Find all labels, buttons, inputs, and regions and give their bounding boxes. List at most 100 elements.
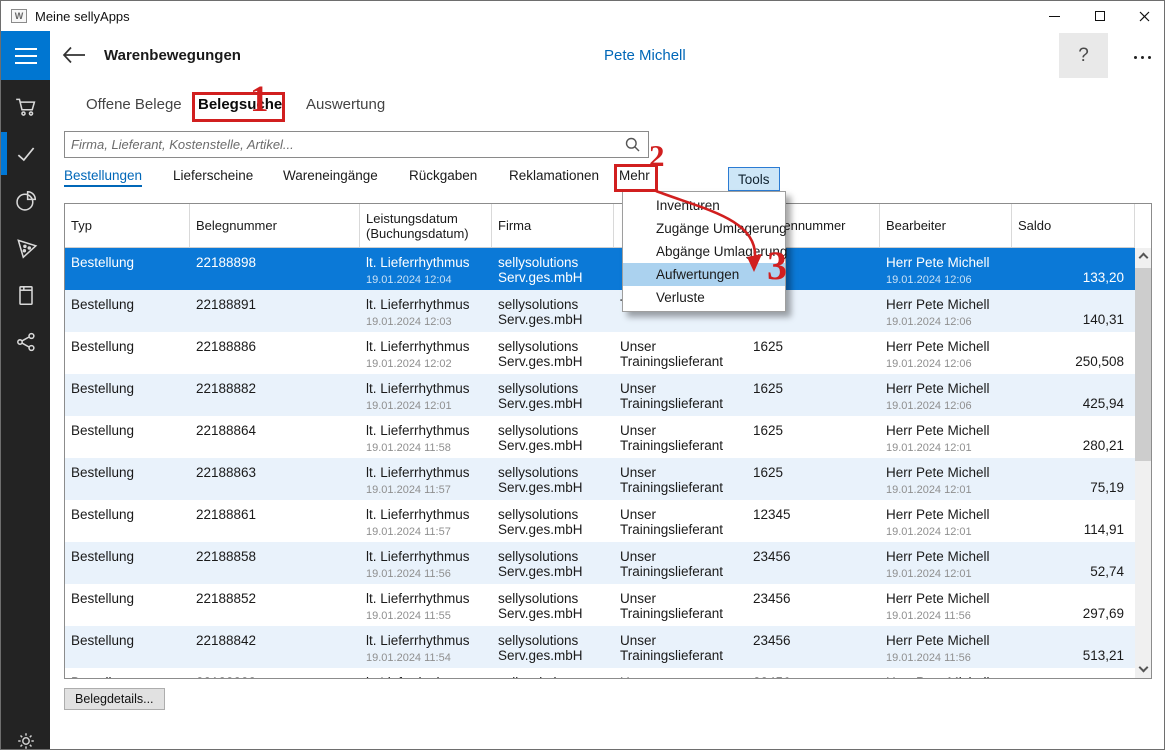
cell-firma-line2: Serv.ges.mbH bbox=[498, 396, 610, 411]
table-row[interactable]: Bestellung22188864lt. Lieferrhythmus19.0… bbox=[65, 416, 1135, 458]
filter-rückgaben[interactable]: Rückgaben bbox=[409, 168, 477, 183]
table-row[interactable]: Bestellung22188861lt. Lieferrhythmus19.0… bbox=[65, 500, 1135, 542]
filter-lieferscheine[interactable]: Lieferscheine bbox=[173, 168, 253, 183]
cell-saldo: 114,91 bbox=[1018, 522, 1131, 537]
tab-auswertung[interactable]: Auswertung bbox=[306, 96, 385, 113]
table-cell: Herr Pete Michell19.01.2024 12:01 bbox=[880, 416, 1012, 458]
menu-item-zugänge-umlagerung[interactable]: Zugänge Umlagerung bbox=[623, 217, 785, 240]
column-header-bearbeiter[interactable]: Bearbeiter bbox=[880, 204, 1012, 247]
back-button[interactable] bbox=[61, 44, 89, 68]
table-cell: 23456 bbox=[747, 542, 880, 584]
menu-item-abgänge-umlagerung[interactable]: Abgänge Umlagerung bbox=[623, 240, 785, 263]
tools-button[interactable]: Tools bbox=[728, 167, 780, 191]
cell-firma-line1: sellysolutions bbox=[498, 297, 610, 312]
cell-saldo: 140,31 bbox=[1018, 312, 1131, 327]
filter-wareneingänge[interactable]: Wareneingänge bbox=[283, 168, 378, 183]
table-row[interactable]: Bestellung22188838lt. Lieferrhythmussell… bbox=[65, 668, 1135, 678]
table-cell: UnserTrainingslieferant bbox=[614, 416, 747, 458]
column-header-leistungsdatum[interactable]: Leistungsdatum (Buchungsdatum) bbox=[360, 204, 492, 247]
cell-saldo: 513,21 bbox=[1018, 648, 1131, 663]
close-button[interactable] bbox=[1123, 1, 1165, 31]
column-header-typ[interactable]: Typ bbox=[65, 204, 190, 247]
column-header-belegnummer[interactable]: Belegnummer bbox=[190, 204, 360, 247]
cell-buchungsdatum: 19.01.2024 12:04 bbox=[366, 274, 488, 286]
vertical-scrollbar[interactable] bbox=[1135, 248, 1151, 678]
cell-lieferant-line1: Unser bbox=[620, 549, 743, 564]
table-cell: 22188863 bbox=[190, 458, 360, 500]
table-cell: sellysolutions bbox=[492, 668, 614, 678]
table-cell: UnserTrainingslieferant bbox=[614, 332, 747, 374]
filter-reklamationen[interactable]: Reklamationen bbox=[509, 168, 599, 183]
scrollbar-thumb[interactable] bbox=[1135, 268, 1151, 461]
cell-buchungsdatum: 19.01.2024 11:56 bbox=[366, 568, 488, 580]
search-input[interactable] bbox=[65, 133, 625, 156]
table-row[interactable]: Bestellung22188891lt. Lieferrhythmus19.0… bbox=[65, 290, 1135, 332]
cell-typ: Bestellung bbox=[71, 255, 186, 270]
column-header-saldo[interactable]: Saldo bbox=[1012, 204, 1135, 247]
table-row[interactable]: Bestellung22188898lt. Lieferrhythmus19.0… bbox=[65, 248, 1135, 290]
cell-belegnummer: 22188838 bbox=[196, 675, 356, 678]
table-cell: lt. Lieferrhythmus19.01.2024 12:01 bbox=[360, 374, 492, 416]
cell-bearbeiter-datum: 19.01.2024 12:06 bbox=[886, 358, 1008, 370]
cell-lieferant-line1: Unser bbox=[620, 339, 743, 354]
scroll-up-arrow-icon[interactable] bbox=[1135, 248, 1151, 264]
cell-bearbeiter: Herr Pete Michell bbox=[886, 591, 1008, 606]
menu-item-inventuren[interactable]: Inventuren bbox=[623, 194, 785, 217]
table-cell: Bestellung bbox=[65, 584, 190, 626]
cell-typ: Bestellung bbox=[71, 339, 186, 354]
table-cell: UnserTrainingslieferant bbox=[614, 584, 747, 626]
cell-typ: Bestellung bbox=[71, 465, 186, 480]
annotation-step-2: 2 bbox=[649, 138, 665, 174]
sidebar-item-settings[interactable] bbox=[1, 717, 50, 750]
table-cell: 297,69 bbox=[1012, 584, 1135, 626]
hamburger-icon bbox=[15, 48, 37, 50]
table-cell: 22188882 bbox=[190, 374, 360, 416]
table-row[interactable]: Bestellung22188852lt. Lieferrhythmus19.0… bbox=[65, 584, 1135, 626]
column-header-label: Belegnummer bbox=[196, 218, 277, 233]
table-row[interactable]: Bestellung22188882lt. Lieferrhythmus19.0… bbox=[65, 374, 1135, 416]
cell-kundennummer: 1625 bbox=[753, 423, 876, 438]
document-type-filters: Bestellungen Lieferscheine Wareneingänge Rü… bbox=[1, 166, 1165, 190]
table-row[interactable]: Bestellung22188863lt. Lieferrhythmus19.0… bbox=[65, 458, 1135, 500]
table-cell: sellysolutionsServ.ges.mbH bbox=[492, 332, 614, 374]
table-cell: 22188864 bbox=[190, 416, 360, 458]
cell-bearbeiter-datum: 19.01.2024 12:06 bbox=[886, 400, 1008, 412]
belegdetails-button[interactable]: Belegdetails... bbox=[64, 688, 165, 710]
table-cell: UnserTrainingslieferant bbox=[614, 500, 747, 542]
table-cell: 1625 bbox=[747, 374, 880, 416]
scroll-down-arrow-icon[interactable] bbox=[1135, 662, 1151, 678]
help-button[interactable]: ? bbox=[1059, 33, 1108, 78]
annotation-box-belegsuche bbox=[192, 92, 285, 122]
table-row[interactable]: Bestellung22188842lt. Lieferrhythmus19.0… bbox=[65, 626, 1135, 668]
cell-buchungsdatum: 19.01.2024 11:54 bbox=[366, 652, 488, 664]
filter-bestellungen[interactable]: Bestellungen bbox=[64, 168, 142, 187]
table-row[interactable]: Bestellung22188886lt. Lieferrhythmus19.0… bbox=[65, 332, 1135, 374]
cell-belegnummer: 22188898 bbox=[196, 255, 356, 270]
user-name[interactable]: Pete Michell bbox=[604, 47, 686, 64]
maximize-icon bbox=[1095, 11, 1105, 21]
cell-typ: Bestellung bbox=[71, 423, 186, 438]
column-header-firma[interactable]: Firma bbox=[492, 204, 614, 247]
tab-offene-belege[interactable]: Offene Belege bbox=[86, 96, 182, 113]
cell-kundennummer: 23456 bbox=[753, 675, 876, 678]
sidebar-item-food[interactable] bbox=[1, 224, 50, 271]
hamburger-menu-button[interactable] bbox=[1, 31, 50, 80]
search-icon[interactable] bbox=[625, 137, 640, 152]
table-cell: Bestellung bbox=[65, 626, 190, 668]
window-title: Meine sellyApps bbox=[35, 9, 130, 24]
cell-firma-line2: Serv.ges.mbH bbox=[498, 564, 610, 579]
sidebar-item-network[interactable] bbox=[1, 318, 50, 365]
minimize-button[interactable] bbox=[1031, 1, 1077, 31]
table-cell: Bestellung bbox=[65, 458, 190, 500]
maximize-button[interactable] bbox=[1077, 1, 1123, 31]
column-header-label: Leistungsdatum (Buchungsdatum) bbox=[366, 211, 491, 241]
sidebar-item-catalog[interactable] bbox=[1, 271, 50, 318]
cell-kundennummer: 23456 bbox=[753, 549, 876, 564]
menu-item-verluste[interactable]: Verluste bbox=[623, 286, 785, 309]
cell-leistungsdatum: lt. Lieferrhythmus bbox=[366, 675, 488, 678]
menu-item-aufwertungen[interactable]: Aufwertungen bbox=[623, 263, 785, 286]
cell-firma-line2: Serv.ges.mbH bbox=[498, 480, 610, 495]
sidebar-item-purchasing[interactable] bbox=[1, 83, 50, 130]
more-options-button[interactable] bbox=[1125, 51, 1159, 63]
table-row[interactable]: Bestellung22188858lt. Lieferrhythmus19.0… bbox=[65, 542, 1135, 584]
